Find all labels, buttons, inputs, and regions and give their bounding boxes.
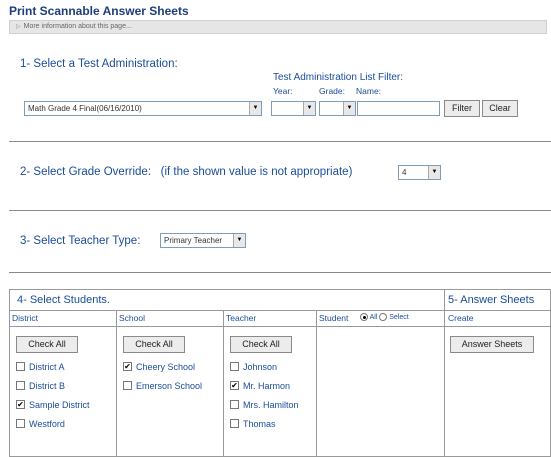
check-all-schools-button[interactable]: Check All: [123, 336, 185, 353]
section4-title: 4- Select Students.: [17, 294, 110, 306]
teacher-label: Mrs. Hamilton: [243, 400, 299, 410]
teacher-label: Mr. Harmon: [243, 381, 291, 391]
clear-button[interactable]: Clear: [482, 100, 518, 117]
create-header-cell: Create: [445, 311, 551, 327]
teacher-checkbox-row[interactable]: Johnson: [230, 362, 277, 374]
teacher-checkbox-row[interactable]: Thomas: [230, 419, 276, 431]
filter-button[interactable]: Filter: [444, 100, 480, 117]
district-checkbox-row[interactable]: Westford: [16, 419, 65, 431]
dropdown-arrow-icon: ▼: [233, 234, 245, 247]
teacher-checkbox-row[interactable]: Mrs. Hamilton: [230, 400, 299, 412]
filter-title: Test Administration List Filter:: [273, 72, 404, 83]
teacher-column-header: Teacher: [226, 313, 257, 323]
more-info-text: More information about this page...: [23, 23, 132, 30]
teacher-type-select[interactable]: Primary Teacher ▼: [160, 233, 246, 248]
section2-title-text: 2- Select Grade Override:: [20, 166, 152, 178]
checkbox[interactable]: [230, 362, 239, 371]
divider: [9, 272, 551, 273]
checkbox-checked[interactable]: ✔: [16, 400, 25, 409]
checkbox[interactable]: [123, 381, 132, 390]
teacher-checkbox-row[interactable]: ✔ Mr. Harmon: [230, 381, 290, 393]
school-label: Emerson School: [136, 381, 203, 391]
district-label: Sample District: [29, 400, 90, 410]
district-checkbox-row[interactable]: District A: [16, 362, 65, 374]
student-radio-group: All Select: [360, 313, 409, 321]
grade-label: Grade:: [319, 86, 345, 96]
student-list-cell: [317, 327, 445, 457]
section5-title-cell: 5- Answer Sheets: [445, 290, 551, 311]
student-header-cell: Student All Select: [317, 311, 445, 327]
more-info-link[interactable]: ▷ More information about this page...: [9, 20, 547, 34]
check-all-districts-button[interactable]: Check All: [16, 336, 78, 353]
district-checkbox-row[interactable]: ✔ Sample District: [16, 400, 90, 412]
radio-select[interactable]: [379, 313, 388, 321]
district-label: District A: [29, 362, 65, 372]
teacher-header-cell: Teacher: [224, 311, 317, 327]
school-list-cell: Check All ✔ Cheery School Emerson School: [117, 327, 224, 457]
district-list-cell: Check All District A District B ✔ Sample …: [10, 327, 117, 457]
section2-hint: (if the shown value is not appropriate): [160, 166, 353, 178]
district-header-cell: District: [10, 311, 117, 327]
checkbox[interactable]: [16, 419, 25, 428]
grade-override-select[interactable]: 4 ▼: [398, 165, 441, 180]
section5-title: 5- Answer Sheets: [448, 294, 535, 306]
checkbox[interactable]: [16, 381, 25, 390]
student-column-header: Student: [319, 313, 349, 323]
radio-all[interactable]: [360, 313, 368, 321]
school-header-cell: School: [117, 311, 224, 327]
checkbox[interactable]: [16, 362, 25, 371]
school-checkbox-row[interactable]: Emerson School: [123, 381, 202, 393]
year-select[interactable]: ▼: [271, 101, 316, 116]
school-column-header: School: [119, 313, 145, 323]
test-admin-select[interactable]: Math Grade 4 Final(06/16/2010) ▼: [24, 101, 262, 116]
checkbox-checked[interactable]: ✔: [123, 362, 132, 371]
district-checkbox-row[interactable]: District B: [16, 381, 65, 393]
district-label: Westford: [29, 419, 65, 429]
teacher-label: Johnson: [243, 362, 278, 372]
teacher-type-value: Primary Teacher: [164, 236, 223, 245]
dropdown-arrow-icon: ▼: [303, 102, 315, 115]
check-all-teachers-button[interactable]: Check All: [230, 336, 292, 353]
create-column-header: Create: [448, 313, 474, 323]
grade-override-value: 4: [402, 168, 407, 177]
student-selection-grid: 4- Select Students. 5- Answer Sheets Dis…: [9, 289, 551, 457]
page-title: Print Scannable Answer Sheets: [9, 4, 189, 18]
section4-title-cell: 4- Select Students.: [10, 290, 445, 311]
radio-select-label: Select: [389, 313, 409, 321]
checkbox[interactable]: [230, 400, 239, 409]
answer-sheets-button[interactable]: Answer Sheets: [450, 336, 534, 353]
name-filter-input[interactable]: [357, 101, 440, 116]
checkbox[interactable]: [230, 419, 239, 428]
teacher-list-cell: Check All Johnson ✔ Mr. Harmon Mrs. Hamil…: [224, 327, 317, 457]
section3-title: 3- Select Teacher Type:: [20, 235, 141, 247]
district-column-header: District: [12, 313, 38, 323]
test-admin-value: Math Grade 4 Final(06/16/2010): [28, 104, 142, 113]
checkbox-checked[interactable]: ✔: [230, 381, 239, 390]
divider: [9, 210, 551, 211]
answer-sheets-cell: Answer Sheets: [445, 327, 551, 457]
name-label: Name:: [356, 86, 382, 96]
dropdown-arrow-icon: ▼: [343, 102, 355, 115]
teacher-label: Thomas: [243, 419, 276, 429]
section2-title: 2- Select Grade Override: (if the shown …: [20, 166, 352, 178]
year-label: Year:: [273, 86, 293, 96]
section1-title: 1- Select a Test Administration:: [20, 58, 178, 70]
expand-triangle-icon: ▷: [16, 24, 21, 30]
school-checkbox-row[interactable]: ✔ Cheery School: [123, 362, 195, 374]
divider: [9, 141, 551, 142]
dropdown-arrow-icon: ▼: [249, 102, 261, 115]
district-label: District B: [29, 381, 65, 391]
radio-all-label: All: [369, 313, 378, 321]
dropdown-arrow-icon: ▼: [428, 166, 440, 179]
grade-filter-select[interactable]: ▼: [319, 101, 356, 116]
school-label: Cheery School: [136, 362, 196, 372]
